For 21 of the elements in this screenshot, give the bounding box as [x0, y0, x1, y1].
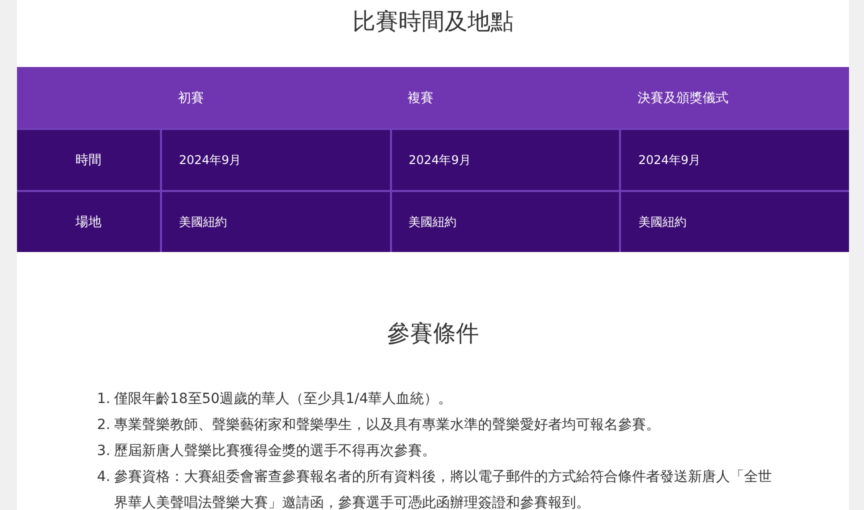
table-cell: 2024年9月 — [162, 130, 390, 190]
list-item-text: 僅限年齡18至50週歲的華人（至少具1/4華人血統）。 — [114, 390, 452, 409]
list-number: 1. — [97, 390, 112, 409]
section-title: 參賽條件 — [386, 320, 480, 349]
table-cell: 美國紐約 — [392, 192, 620, 252]
list-number: 2. — [97, 416, 112, 435]
list-item-text: 專業聲樂教師、聲樂藝術家和聲樂學生，以及具有專業水準的聲樂愛好者均可報名參賽。 — [114, 416, 660, 435]
column-header: 複賽 — [408, 90, 434, 106]
row-header: 時間 — [17, 130, 160, 190]
list-item-text: 歷屆新唐人聲樂比賽獲得金獎的選手不得再次參賽。 — [114, 442, 436, 461]
column-header: 決賽及頒獎儀式 — [637, 90, 728, 106]
list-number: 3. — [97, 442, 112, 461]
list-item-text: 參賽資格：大賽組委會審查參賽報名者的所有資料後，將以電子郵件的方式給符合條件者發送新唐人「全世界華人美聲唱法聲樂大賽」邀請函，參賽選手可憑此函辦理簽證和參賽報到。 — [114, 468, 773, 510]
table-cell: 美國紐約 — [162, 192, 390, 252]
row-header: 場地 — [17, 192, 160, 252]
table-cell: 2024年9月 — [392, 130, 620, 190]
list-number: 4. — [97, 468, 112, 487]
column-header: 初賽 — [178, 90, 204, 106]
section-title: 比賽時間及地點 — [352, 8, 514, 37]
table-cell: 美國紐約 — [621, 192, 849, 252]
table-cell: 2024年9月 — [621, 130, 849, 190]
